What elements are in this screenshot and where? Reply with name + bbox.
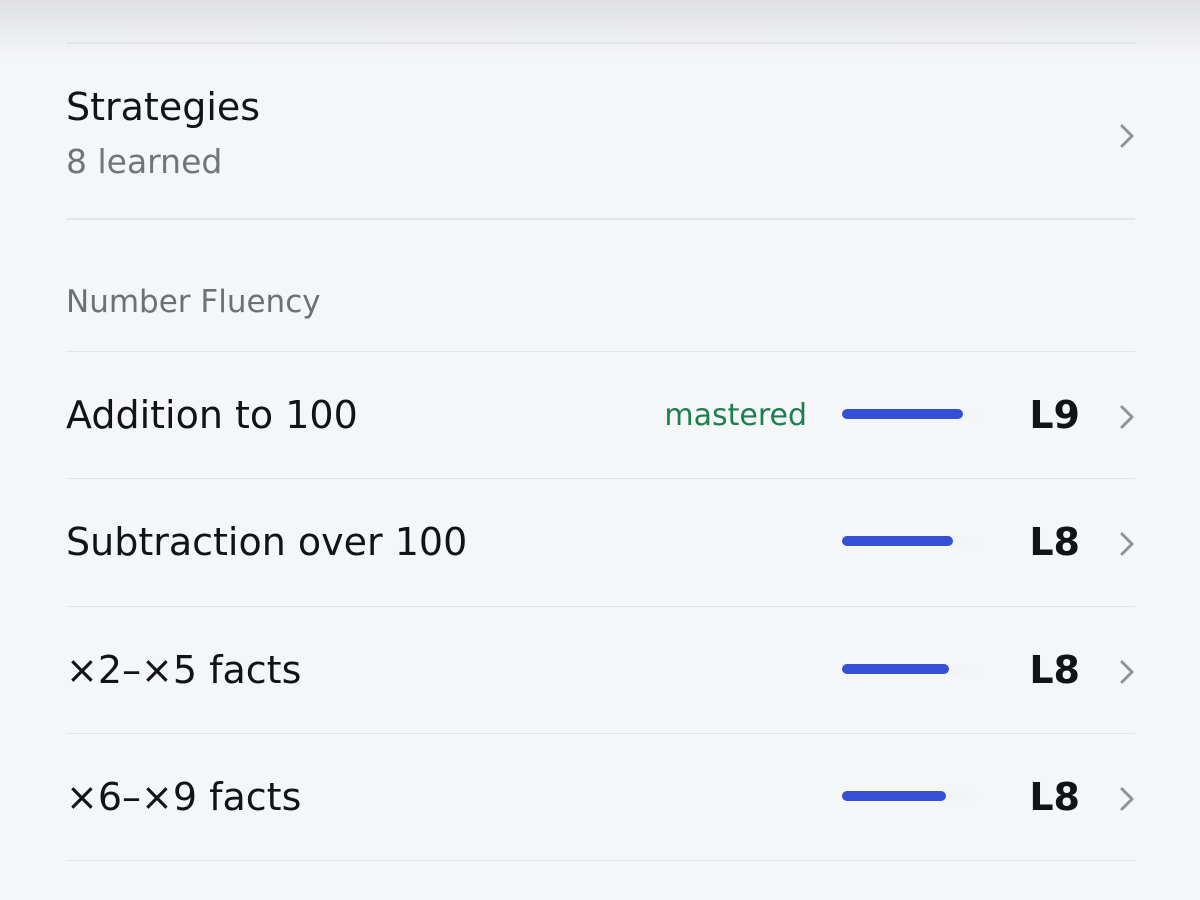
progress-fill <box>842 664 949 674</box>
level-label: L8 <box>1029 520 1080 564</box>
list-item[interactable]: ×6–×9 facts L8 <box>0 734 1200 860</box>
mastered-badge: mastered <box>664 398 807 433</box>
level-label: L9 <box>1029 393 1080 437</box>
skill-label: Addition to 100 <box>66 393 358 437</box>
skill-label: Subtraction over 100 <box>66 520 468 564</box>
strategies-row[interactable]: Strategies 8 learned <box>0 44 1200 219</box>
progress-bar <box>842 536 984 546</box>
level-label: L8 <box>1029 648 1080 692</box>
chevron-right-icon <box>1117 402 1137 432</box>
progress-fill <box>842 409 963 419</box>
strategies-title: Strategies <box>66 85 261 129</box>
progress-bar <box>842 409 984 419</box>
strategies-learned-count: 8 learned <box>66 142 223 181</box>
progress-bar <box>842 664 984 674</box>
chevron-right-icon <box>1117 784 1137 814</box>
progress-bar <box>842 791 984 801</box>
list-item[interactable]: Subtraction over 100 L8 <box>0 479 1200 605</box>
divider <box>66 860 1135 861</box>
chevron-right-icon <box>1117 529 1137 559</box>
level-label: L8 <box>1029 775 1080 819</box>
skill-label: ×6–×9 facts <box>66 775 302 819</box>
skill-label: ×2–×5 facts <box>66 648 302 692</box>
progress-fill <box>842 536 953 546</box>
chevron-right-icon <box>1117 121 1137 151</box>
section-header-number-fluency: Number Fluency <box>66 284 321 320</box>
divider <box>66 218 1135 220</box>
chevron-right-icon <box>1117 657 1137 687</box>
list-item[interactable]: Addition to 100 mastered L9 <box>0 352 1200 478</box>
list-item[interactable]: ×2–×5 facts L8 <box>0 607 1200 733</box>
progress-fill <box>842 791 946 801</box>
